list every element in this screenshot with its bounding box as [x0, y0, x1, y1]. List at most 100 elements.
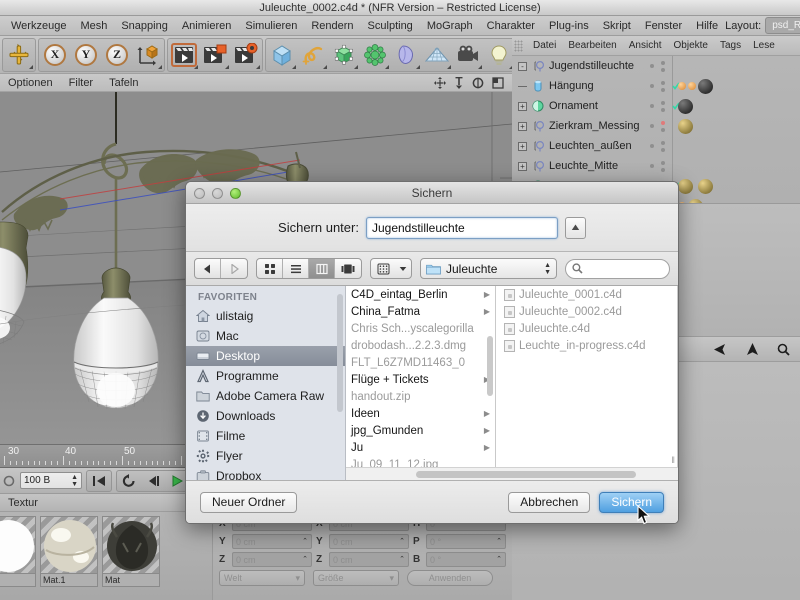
material-item[interactable]: Mat.1 — [40, 516, 98, 587]
frame-rate-field[interactable]: 100 B ▲ ▼ — [20, 472, 82, 489]
frame-rate-stepper[interactable]: ▲ ▼ — [71, 474, 78, 488]
file-item[interactable]: Ju_09_11_12.jpg — [346, 456, 495, 468]
file-item[interactable]: Juleuchte.c4d — [496, 320, 677, 337]
apply-button[interactable]: Anwenden — [407, 570, 493, 586]
layout-selector[interactable]: Layout: psd_R14_c4d (Ben — [725, 17, 800, 34]
sidebar-item-programme[interactable]: Programme — [186, 366, 345, 386]
expander-icon[interactable]: - — [518, 61, 527, 71]
size-y-field[interactable]: 0 cm ⌃ — [329, 534, 409, 549]
file-column-2[interactable]: Juleuchte_0001.c4d Juleuchte_0002.c4d Ju… — [496, 286, 678, 467]
object-row-jugendstilleuchte[interactable]: - Jugendstilleuchte — [512, 56, 800, 76]
om-menu-bearbeiten[interactable]: Bearbeiten — [563, 40, 621, 51]
timeline-record-icon[interactable] — [2, 475, 16, 487]
axis-x-icon[interactable]: X — [40, 40, 70, 70]
viewport-menu-tafeln[interactable]: Tafeln — [109, 77, 138, 89]
stepper-icon[interactable]: ⌃ — [496, 556, 502, 563]
nav-back-icon[interactable] — [195, 259, 221, 278]
menu-item-plugins[interactable]: Plug-ins — [542, 19, 596, 33]
object-visibility-dots[interactable] — [650, 140, 665, 152]
file-item[interactable]: Ideen ▶ — [346, 405, 495, 422]
column-resize-grip[interactable]: ‖ — [671, 455, 675, 465]
path-popup-button[interactable]: Juleuchte ▲ ▼ — [420, 258, 557, 279]
object-row-leuchte-mitte[interactable]: + Leuchte_Mitte — [512, 156, 800, 176]
search-icon[interactable] — [777, 343, 790, 356]
search-field[interactable] — [565, 258, 670, 279]
favorites-sidebar[interactable]: FAVORITEN ulistaig Mac Desktop Programme… — [186, 286, 346, 480]
array-icon[interactable] — [329, 40, 359, 70]
size-z-field[interactable]: 0 cm ⌃ — [329, 552, 409, 567]
sidebar-item-adobe-camera-raw[interactable]: Adobe Camera Raw — [186, 386, 345, 406]
coverflow-view-icon[interactable] — [335, 259, 361, 278]
file-item[interactable]: China_Fatma ▶ — [346, 303, 495, 320]
menu-item-fenster[interactable]: Fenster — [638, 19, 689, 33]
horizontal-scrollbar[interactable] — [346, 467, 678, 480]
panel-grip-icon[interactable] — [514, 39, 523, 52]
prev-arrow-icon[interactable] — [713, 343, 728, 356]
expander-icon[interactable]: + — [518, 101, 527, 111]
object-tags-secondary[interactable] — [698, 178, 713, 194]
minimize-icon[interactable] — [212, 188, 223, 199]
rotate-icon[interactable] — [472, 77, 484, 89]
filename-input[interactable] — [365, 216, 558, 239]
column1-scrollbar[interactable] — [487, 336, 493, 396]
object-axis-icon[interactable] — [133, 40, 163, 70]
object-row-zierkram-messing[interactable]: + Zierkram_Messing — [512, 116, 800, 136]
menu-item-snapping[interactable]: Snapping — [114, 19, 175, 33]
object-visibility-dots[interactable] — [650, 60, 665, 72]
spline-icon[interactable] — [298, 40, 328, 70]
sidebar-item-ulistaig[interactable]: ulistaig — [186, 306, 345, 326]
go-to-start-icon[interactable] — [87, 471, 111, 491]
icon-view-icon[interactable] — [257, 259, 283, 278]
zoom-icon[interactable] — [230, 188, 241, 199]
sidebar-item-filme[interactable]: Filme — [186, 426, 345, 446]
menu-item-skript[interactable]: Skript — [596, 19, 638, 33]
object-tags[interactable] — [678, 178, 693, 194]
layout-value[interactable]: psd_R14_c4d (Ben — [765, 17, 800, 34]
position-y-field[interactable]: 0 cm ⌃ — [232, 534, 312, 549]
sidebar-scrollbar[interactable] — [337, 294, 343, 412]
object-tags[interactable] — [678, 118, 693, 134]
axis-z-icon[interactable]: Z — [102, 40, 132, 70]
object-row-leuchten-aussen[interactable]: + Leuchten_außen — [512, 136, 800, 156]
close-icon[interactable] — [194, 188, 205, 199]
step-back-icon[interactable] — [141, 471, 165, 491]
stepper-icon[interactable]: ⌃ — [302, 556, 308, 563]
file-item[interactable]: Chris Sch...yscalegorilla — [346, 320, 495, 337]
file-item[interactable]: handout.zip — [346, 388, 495, 405]
stepper-icon[interactable]: ⌃ — [302, 538, 308, 545]
panel-icon[interactable] — [492, 76, 504, 89]
scrollbar-thumb[interactable] — [416, 471, 636, 478]
file-item[interactable]: FLT_L6Z7MD11463_0 — [346, 354, 495, 371]
menu-item-simulieren[interactable]: Simulieren — [238, 19, 304, 33]
om-menu-objekte[interactable]: Objekte — [669, 40, 713, 51]
object-row-ornament[interactable]: + Ornament — [512, 96, 800, 116]
render-view-icon[interactable] — [169, 40, 199, 70]
sidebar-item-dropbox[interactable]: Dropbox — [186, 466, 345, 480]
material-item[interactable]: Mat — [102, 516, 160, 587]
view-mode-buttons[interactable] — [256, 258, 362, 279]
material-item[interactable]: at.2 — [0, 516, 36, 587]
expander-icon[interactable]: + — [518, 161, 527, 171]
menu-item-werkzeuge[interactable]: Werkzeuge — [4, 19, 73, 33]
axis-y-icon[interactable]: Y — [71, 40, 101, 70]
menu-item-mograph[interactable]: MoGraph — [420, 19, 480, 33]
file-item[interactable]: C4D_eintag_Berlin ▶ — [346, 286, 495, 303]
gold-material-tag-icon[interactable] — [678, 118, 693, 134]
object-visibility-dots[interactable] — [650, 120, 665, 132]
deformer-icon[interactable] — [391, 40, 421, 70]
nav-buttons[interactable] — [194, 258, 248, 279]
chevron-down-icon[interactable] — [395, 259, 411, 278]
menu-item-mesh[interactable]: Mesh — [73, 19, 114, 33]
orange-tag-icon[interactable] — [688, 82, 696, 90]
list-view-icon[interactable] — [283, 259, 309, 278]
orange-tag-icon[interactable] — [678, 82, 686, 90]
rotation-p-field[interactable]: 0 ° ⌃ — [426, 534, 506, 549]
object-row-haengung[interactable]: Hängung — [512, 76, 800, 96]
down-axis-icon[interactable] — [454, 76, 464, 89]
om-menu-tags[interactable]: Tags — [715, 40, 746, 51]
menu-item-rendern[interactable]: Rendern — [304, 19, 360, 33]
mograph-cloner-icon[interactable] — [360, 40, 390, 70]
object-tags[interactable] — [678, 98, 693, 114]
object-tags[interactable] — [678, 78, 713, 94]
disclosure-up-icon[interactable] — [564, 216, 586, 239]
